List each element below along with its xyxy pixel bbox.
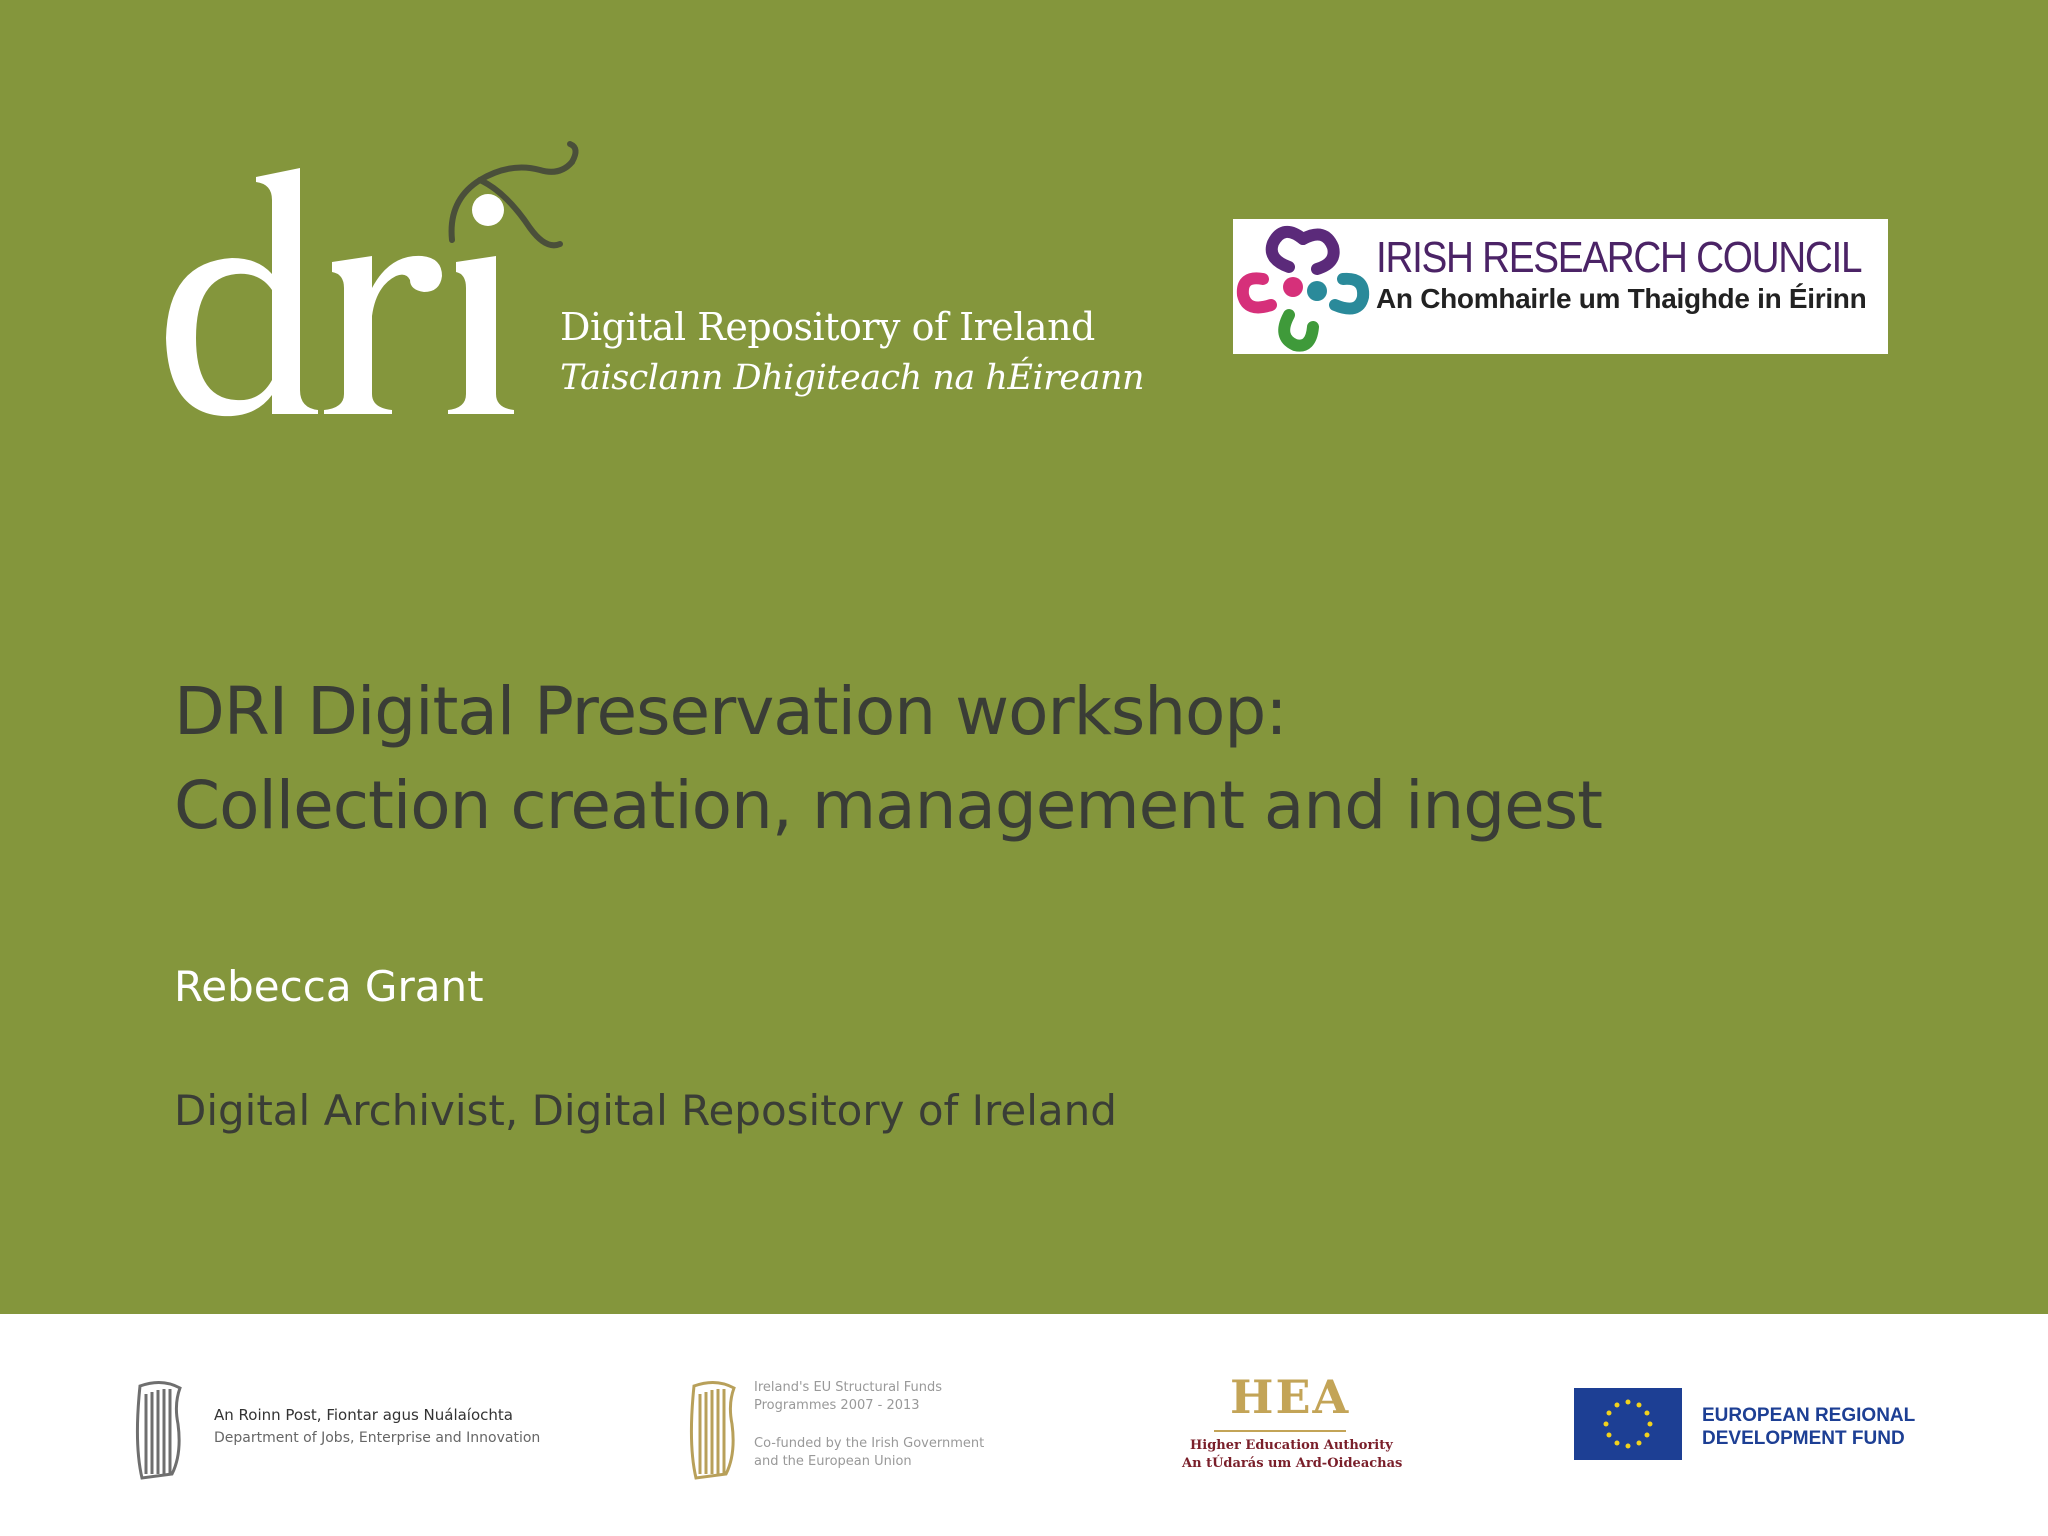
- dept-jobs-logo: An Roinn Post, Fiontar agus Nuálaíochta …: [122, 1370, 562, 1490]
- author-name: Rebecca Grant: [174, 962, 484, 1011]
- funds-line4: and the European Union: [754, 1454, 912, 1469]
- irc-emblem-icon: [1236, 226, 1370, 352]
- funds-line2: Programmes 2007 - 2013: [754, 1398, 920, 1413]
- irish-research-council-logo: IRISH RESEARCH COUNCIL An Chomhairle um …: [1233, 219, 1888, 354]
- eu-flag-icon: [1574, 1388, 1682, 1460]
- slide: Digital Repository of Ireland Taisclann …: [0, 0, 2048, 1536]
- hea-logo: HEA Higher Education Authority An tÚdará…: [1170, 1370, 1402, 1490]
- dri-subtitle-english: Digital Repository of Ireland: [560, 305, 1095, 349]
- funds-line3: Co-funded by the Irish Government: [754, 1436, 985, 1451]
- structural-funds-logo: Ireland's EU Structural Funds Programmes…: [676, 1370, 1016, 1490]
- dri-subtitle-irish: Taisclann Dhigiteach na hÉireann: [560, 358, 1145, 398]
- erdf-logo: EUROPEAN REGIONAL DEVELOPMENT FUND: [1574, 1384, 1916, 1464]
- dept-line-english: Department of Jobs, Enterprise and Innov…: [214, 1430, 541, 1446]
- harp-icon: [135, 1381, 182, 1480]
- harp-icon: [689, 1381, 736, 1480]
- author-role: Digital Archivist, Digital Repository of…: [174, 1086, 1117, 1135]
- erdf-line2: DEVELOPMENT FUND: [1702, 1428, 1905, 1449]
- dri-logo: Digital Repository of Ireland Taisclann …: [160, 140, 1145, 430]
- hea-line-english: Higher Education Authority: [1190, 1438, 1393, 1453]
- slide-title-line1: DRI Digital Preservation workshop:: [174, 673, 1288, 750]
- hea-title: HEA: [1230, 1370, 1351, 1424]
- dept-line-irish: An Roinn Post, Fiontar agus Nuálaíochta: [214, 1406, 513, 1424]
- slide-title-line2: Collection creation, management and inge…: [174, 767, 1603, 844]
- funds-line1: Ireland's EU Structural Funds: [754, 1380, 943, 1395]
- slide-title: DRI Digital Preservation workshop: Colle…: [174, 665, 1603, 853]
- erdf-line1: EUROPEAN REGIONAL: [1702, 1405, 1916, 1426]
- irc-subtitle: An Chomhairle um Thaighde in Éirinn: [1376, 283, 1867, 314]
- irc-title: IRISH RESEARCH COUNCIL: [1376, 233, 1862, 282]
- hea-line-irish: An tÚdarás um Ard-Oideachas: [1182, 1456, 1403, 1471]
- hea-divider: [1214, 1430, 1346, 1432]
- dri-wordmark-icon: [166, 141, 579, 417]
